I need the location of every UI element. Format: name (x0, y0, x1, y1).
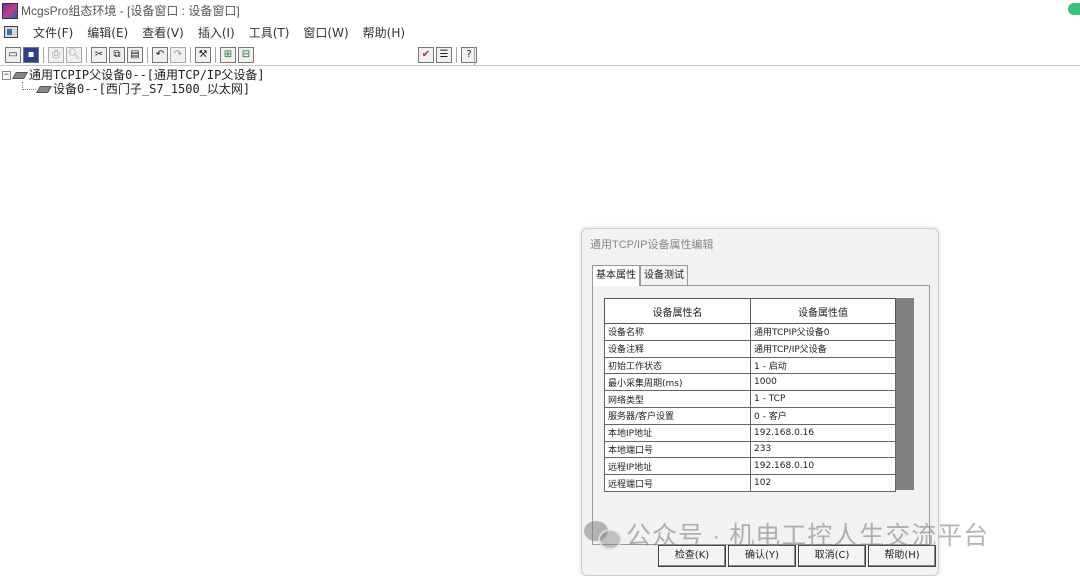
device-add-icon[interactable]: ⊞ (220, 46, 236, 63)
toolbar-divider (86, 46, 87, 63)
toolbar-divider (147, 46, 148, 63)
cut-icon[interactable]: ✂ (91, 46, 107, 63)
wechat-icon (584, 519, 622, 550)
menu-bar: 文件(F) 编辑(E) 查看(V) 插入(I) 工具(T) 窗口(W) 帮助(H… (0, 22, 1080, 42)
menu-file[interactable]: 文件(F) (26, 24, 80, 41)
property-value-cell[interactable]: 192.168.0.10 (750, 457, 896, 476)
toolbar-divider (43, 46, 44, 63)
tree-node-parent-device[interactable]: − 通用TCPIP父设备0--[通用TCP/IP父设备] (2, 68, 265, 82)
property-value-cell[interactable]: 0 - 客户 (750, 406, 896, 425)
toolbar-end-divider (474, 47, 475, 65)
menu-edit[interactable]: 编辑(E) (80, 24, 135, 41)
tree-connector (22, 82, 36, 90)
table-row[interactable]: 初始工作状态 1 - 启动 (604, 356, 896, 375)
menu-insert[interactable]: 插入(I) (191, 24, 242, 41)
tab-panel: 设备属性名 设备属性值 设备名称 通用TCPIP父设备0 设备注释 通用TCP/IP父… (592, 285, 930, 545)
property-name-cell: 本地端口号 (604, 440, 751, 459)
property-name-cell: 本地IP地址 (604, 423, 751, 442)
grid-scroll-area (896, 298, 914, 490)
property-value-cell[interactable]: 1 - TCP (750, 390, 896, 408)
property-name-cell: 设备注释 (604, 339, 751, 358)
device-icon (35, 85, 53, 93)
property-name-cell: 最小采集周期(ms) (604, 373, 751, 392)
toolbar: ▭ ▪ ⎙ 🔍︎ ✂ ⧉ ▤ ↶ ↷ ⚒ ⊞ ⊟ ✔ ☰ ? (0, 44, 1080, 66)
property-name-cell: 远程IP地址 (604, 457, 751, 476)
app-logo-icon (2, 2, 18, 19)
tree-node-child-device[interactable]: 设备0--[西门子_S7_1500_以太网] (2, 82, 265, 96)
print-preview-icon[interactable]: 🔍︎ (66, 46, 82, 63)
table-row[interactable]: 设备名称 通用TCPIP父设备0 (604, 323, 896, 341)
redo-icon[interactable]: ↷ (170, 46, 186, 63)
status-dot-icon (1068, 3, 1080, 15)
property-value-cell[interactable]: 102 (750, 474, 896, 492)
table-row[interactable]: 本地端口号 233 (604, 440, 896, 459)
property-value-cell[interactable]: 通用TCPIP父设备0 (750, 323, 896, 341)
property-value-cell[interactable]: 1 - 启动 (750, 356, 896, 375)
property-value-cell[interactable]: 1000 (750, 373, 896, 392)
column-header-name[interactable]: 设备属性名 (604, 298, 751, 324)
property-name-cell: 初始工作状态 (604, 356, 751, 375)
menu-window[interactable]: 窗口(W) (296, 24, 355, 41)
list-icon[interactable]: ☰ (436, 46, 452, 63)
tree-node-label: 通用TCPIP父设备0--[通用TCP/IP父设备] (29, 68, 265, 82)
property-name-cell: 服务器/客户设置 (604, 406, 751, 425)
property-value-cell[interactable]: 192.168.0.16 (750, 423, 896, 442)
toolbar-divider (456, 46, 457, 63)
undo-icon[interactable]: ↶ (152, 46, 168, 63)
property-grid: 设备属性名 设备属性值 设备名称 通用TCPIP父设备0 设备注释 通用TCP/IP父… (604, 298, 914, 492)
save-icon[interactable]: ▪ (23, 46, 39, 63)
table-row[interactable]: 最小采集周期(ms) 1000 (604, 373, 896, 392)
table-row[interactable]: 远程IP地址 192.168.0.10 (604, 457, 896, 476)
table-row[interactable]: 远程端口号 102 (604, 474, 896, 492)
property-value-cell[interactable]: 233 (750, 440, 896, 459)
device-icon (11, 71, 29, 79)
table-row[interactable]: 本地IP地址 192.168.0.16 (604, 423, 896, 442)
device-config-icon[interactable]: ⊟ (238, 46, 254, 63)
watermark: 公众号 · 机电工控人生交流平台 (584, 516, 989, 552)
tree-node-label: 设备0--[西门子_S7_1500_以太网] (53, 82, 251, 96)
new-window-icon[interactable]: ▭ (5, 46, 21, 63)
collapse-icon[interactable]: − (2, 70, 11, 80)
table-row[interactable]: 设备注释 通用TCP/IP父设备 (604, 339, 896, 358)
property-value-cell[interactable]: 通用TCP/IP父设备 (750, 339, 896, 358)
property-name-cell: 网络类型 (604, 390, 751, 408)
table-row[interactable]: 服务器/客户设置 0 - 客户 (604, 406, 896, 425)
toolbar-divider (190, 46, 191, 63)
tools-icon[interactable]: ⚒ (195, 46, 211, 63)
menu-view[interactable]: 查看(V) (135, 24, 191, 41)
paste-icon[interactable]: ▤ (127, 46, 143, 63)
property-table: 设备属性名 设备属性值 设备名称 通用TCPIP父设备0 设备注释 通用TCP/IP父… (604, 298, 896, 492)
device-tree: − 通用TCPIP父设备0--[通用TCP/IP父设备] 设备0--[西门子_S… (2, 68, 265, 96)
property-name-cell: 远程端口号 (604, 474, 751, 492)
dialog-title: 通用TCP/IP设备属性编辑 (590, 239, 714, 251)
window-title: McgsPro组态环境 - [设备窗口 : 设备窗口] (21, 4, 240, 18)
dialog-tabs: 基本属性 设备测试 (592, 265, 688, 286)
menu-tools[interactable]: 工具(T) (242, 24, 297, 41)
property-name-cell: 设备名称 (604, 323, 751, 341)
print-icon[interactable]: ⎙ (48, 46, 64, 63)
menu-help[interactable]: 帮助(H) (356, 24, 412, 41)
toolbar-divider (215, 46, 216, 63)
check-icon[interactable]: ✔ (418, 46, 434, 63)
column-header-value[interactable]: 设备属性值 (750, 298, 896, 324)
tab-basic-properties[interactable]: 基本属性 (592, 265, 640, 286)
title-bar: McgsPro组态环境 - [设备窗口 : 设备窗口] (0, 0, 1080, 21)
copy-icon[interactable]: ⧉ (109, 46, 125, 63)
tab-device-test[interactable]: 设备测试 (640, 265, 688, 285)
table-row[interactable]: 网络类型 1 - TCP (604, 390, 896, 408)
system-menu-icon[interactable] (4, 26, 18, 38)
watermark-text: 公众号 · 机电工控人生交流平台 (626, 522, 990, 550)
